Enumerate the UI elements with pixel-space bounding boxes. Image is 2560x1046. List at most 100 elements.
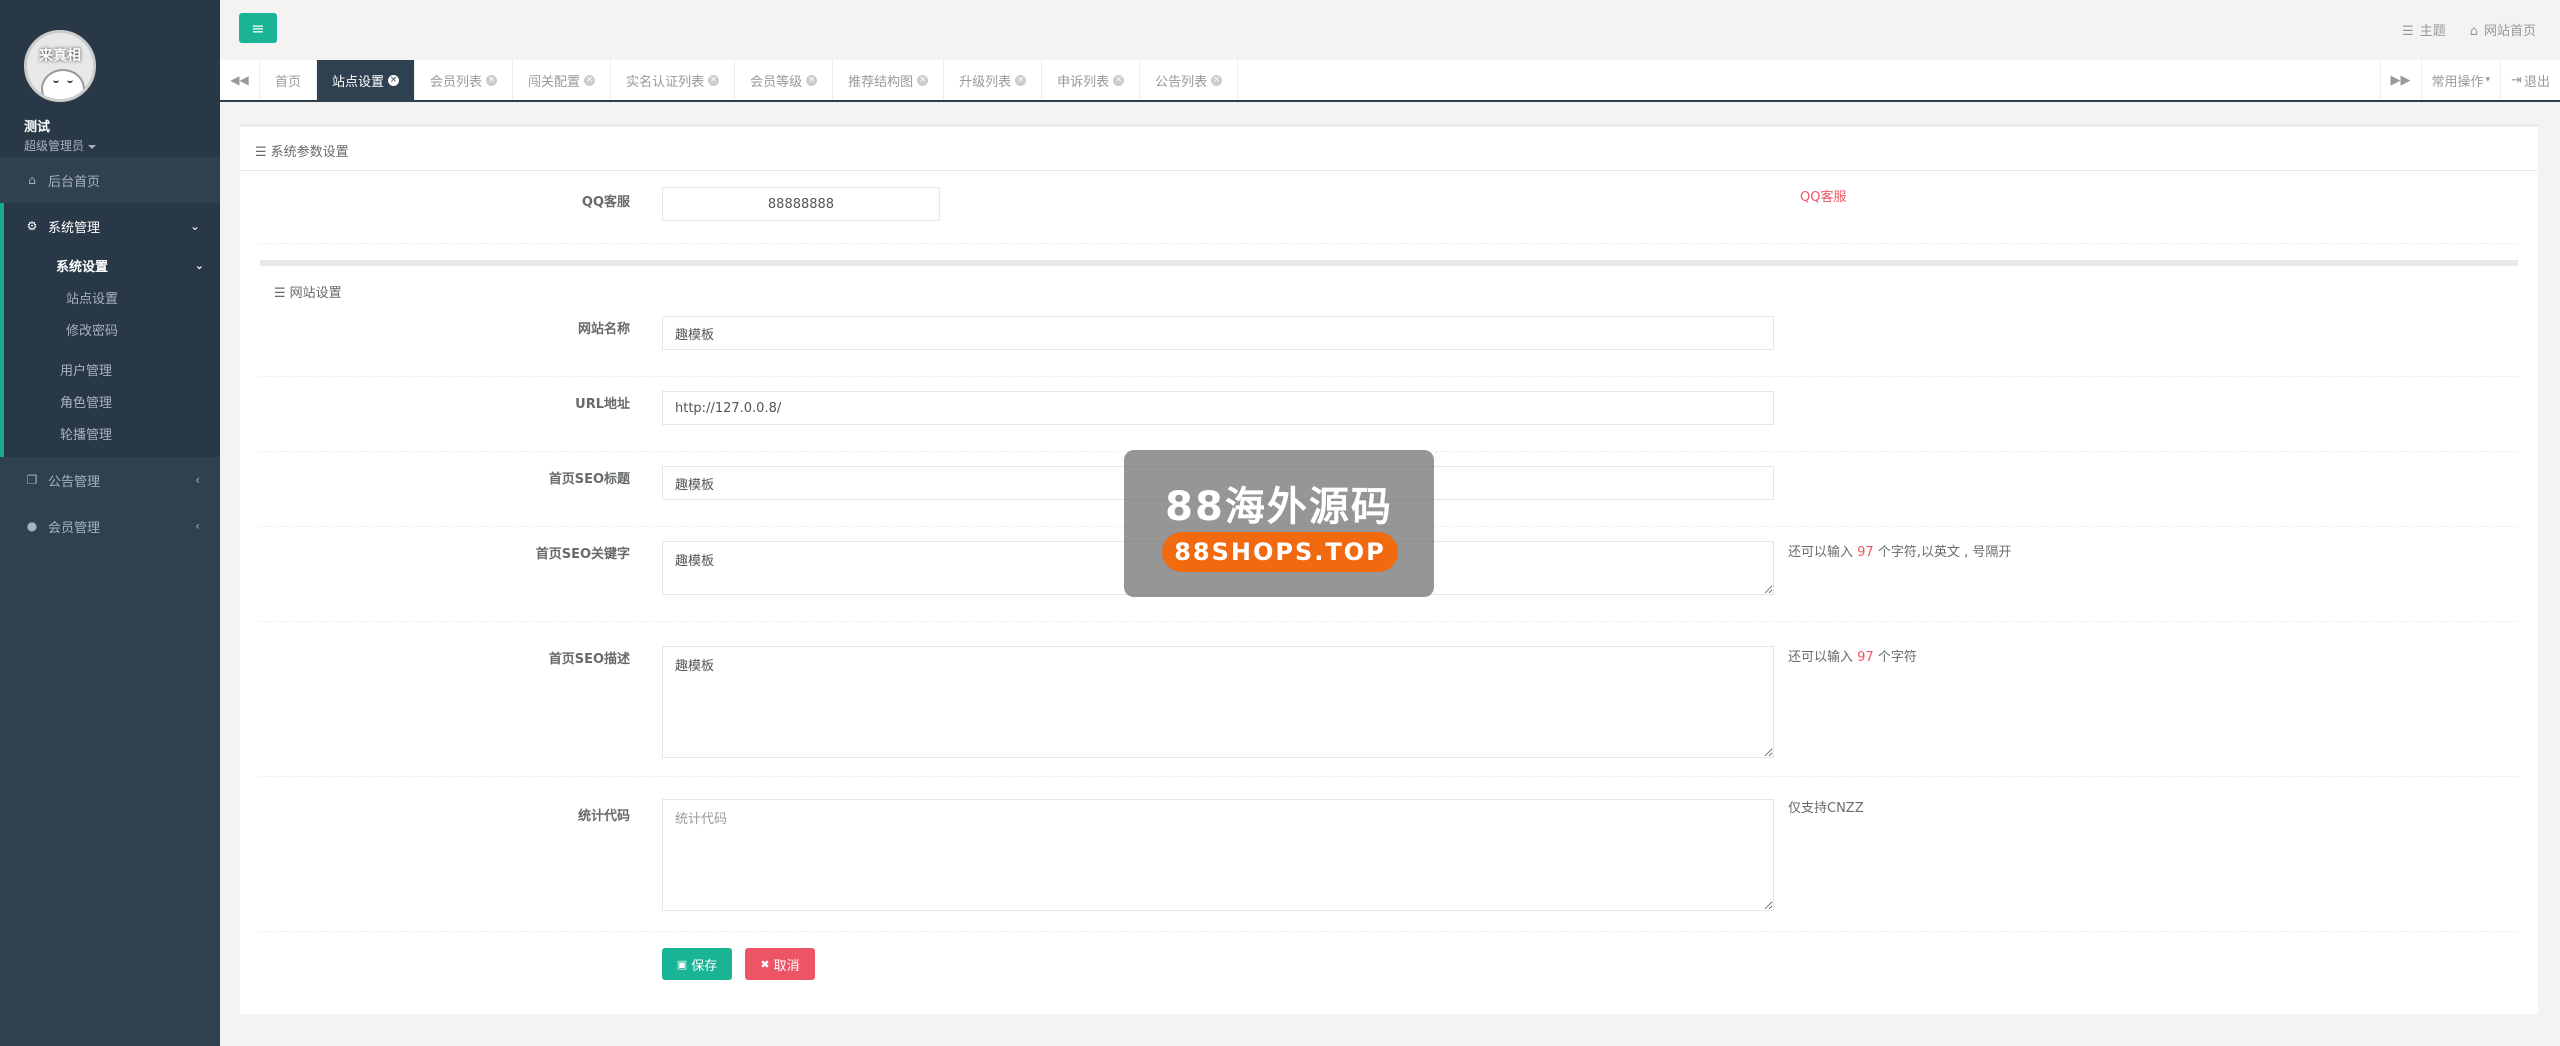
help-prefix: 还可以输入: [1788, 545, 1854, 560]
profile-role: 超级管理员: [24, 139, 85, 153]
form-row-stats-code: 统计代码 仅支持CNZZ: [260, 777, 2518, 932]
common-ops-dropdown[interactable]: 常用操作 ▾: [2420, 60, 2501, 100]
sidebar: 来真相 测试 超级管理员 ⌂ 后台首页 ⚙ 系统管理 ⌄ 系统设置 ⌄ 站点设置 …: [0, 0, 220, 1046]
chevron-down-icon: ⌄: [189, 219, 200, 233]
sidebar-item-role-mgmt[interactable]: 角色管理: [4, 385, 220, 417]
list-icon: ☰: [274, 286, 286, 301]
list-icon: ☰: [255, 145, 267, 160]
double-chevron-right-icon: ▶▶: [2390, 72, 2411, 88]
close-icon[interactable]: ×: [1113, 74, 1125, 86]
sidebar-link-announcements[interactable]: ❐ 公告管理 ‹: [0, 457, 220, 503]
tab-item[interactable]: 推荐结构图 ×: [833, 60, 945, 100]
close-icon[interactable]: ×: [1015, 74, 1027, 86]
watermark-url: 88SHOPS.TOP: [1162, 532, 1398, 572]
seo-description-label: 首页SEO描述: [548, 652, 630, 667]
tab-label: 申诉列表: [1057, 74, 1110, 90]
avatar-text: 来真相: [39, 48, 81, 64]
sidebar-item-site-settings[interactable]: 站点设置: [4, 281, 220, 313]
save-label: 保存: [691, 958, 718, 974]
floppy-icon: ▣: [676, 957, 688, 971]
gear-icon: ⚙: [26, 219, 38, 233]
close-icon[interactable]: ×: [806, 74, 818, 86]
remaining-count: 97: [1857, 545, 1874, 560]
stats-code-textarea[interactable]: [662, 799, 1774, 911]
site-name-label: 网站名称: [577, 322, 630, 337]
tabs-scroll-right-button[interactable]: ▶▶: [2379, 60, 2421, 100]
site-name-input[interactable]: [662, 316, 1774, 350]
profile-panel: 来真相 测试 超级管理员: [0, 0, 220, 157]
tab-item[interactable]: 升级列表 ×: [944, 60, 1043, 100]
save-button[interactable]: ▣ 保存: [662, 948, 732, 980]
url-label: URL地址: [575, 397, 630, 412]
tab-item[interactable]: 站点设置 ×: [317, 60, 416, 100]
common-ops-label: 常用操作: [2431, 74, 2484, 90]
sidebar-item-change-password[interactable]: 修改密码: [4, 313, 220, 345]
sidebar-item-system-settings[interactable]: 系统设置 ⌄: [4, 249, 220, 281]
close-icon[interactable]: ×: [708, 74, 720, 86]
seo-description-textarea[interactable]: 趣模板: [662, 646, 1774, 758]
tab-item[interactable]: 会员等级 ×: [735, 60, 834, 100]
sidebar-link-system[interactable]: ⚙ 系统管理 ⌄: [4, 203, 220, 249]
logout-icon: ⇥: [2511, 72, 2522, 88]
sidebar-item-announcements[interactable]: ❐ 公告管理 ‹: [0, 457, 220, 503]
qq-help: QQ客服: [1800, 190, 1847, 205]
system-submenu: 系统设置 ⌄ 站点设置 修改密码 用户管理 角色管理 轮播管理: [4, 249, 220, 457]
theme-label: 主题: [2419, 24, 2446, 39]
sidebar-link-dashboard[interactable]: ⌂ 后台首页: [0, 157, 220, 203]
tab-item[interactable]: 申诉列表 ×: [1042, 60, 1141, 100]
copy-icon: ❐: [26, 473, 38, 487]
tab-item[interactable]: 会员列表 ×: [415, 60, 514, 100]
sidebar-item-system[interactable]: ⚙ 系统管理 ⌄ 系统设置 ⌄ 站点设置 修改密码 用户管理 角色管理 轮播管理: [0, 203, 220, 457]
cancel-button[interactable]: ✖ 取消: [745, 948, 815, 980]
theme-link[interactable]: ☰ 主题: [2402, 20, 2446, 39]
chevron-left-icon: ‹: [195, 519, 200, 533]
tab-label: 会员列表: [430, 74, 483, 90]
tab-label: 实名认证列表: [626, 74, 705, 90]
remaining-count: 97: [1857, 650, 1874, 665]
help-prefix: 还可以输入: [1788, 650, 1854, 665]
chevron-left-icon: ‹: [195, 473, 200, 487]
site-section-header: ☰ 网站设置: [260, 266, 2518, 302]
close-icon[interactable]: ×: [486, 74, 498, 86]
site-home-link[interactable]: ⌂ 网站首页: [2470, 20, 2536, 39]
logout-label: 退出: [2523, 74, 2550, 90]
tabs-scroll-left-button[interactable]: ◀◀: [220, 60, 260, 100]
home-icon: ⌂: [2469, 24, 2478, 39]
panel-title: 系统参数设置: [270, 145, 349, 160]
tab-item[interactable]: 实名认证列表 ×: [611, 60, 736, 100]
sidebar-link-members[interactable]: ● 会员管理 ‹: [0, 503, 220, 549]
sidebar-item-dashboard[interactable]: ⌂ 后台首页: [0, 157, 220, 203]
sidebar-item-carousel-mgmt[interactable]: 轮播管理: [4, 417, 220, 449]
menu-toggle-button[interactable]: ≡: [239, 13, 277, 43]
tab-label: 闯关配置: [528, 74, 581, 90]
form-row-site-name: 网站名称: [260, 302, 2518, 377]
hamburger-icon: ≡: [251, 18, 265, 38]
sidebar-item-user-mgmt[interactable]: 用户管理: [4, 353, 220, 385]
logout-button[interactable]: ⇥ 退出: [2500, 60, 2560, 100]
url-input[interactable]: [662, 391, 1774, 425]
close-icon[interactable]: ×: [917, 74, 929, 86]
close-icon[interactable]: ×: [1211, 74, 1223, 86]
tab-bar-actions: ▶▶ 常用操作 ▾ ⇥ 退出: [2379, 60, 2560, 100]
sidebar-item-members[interactable]: ● 会员管理 ‹: [0, 503, 220, 549]
help-suffix: 个字符,以英文 , 号隔开: [1877, 545, 2012, 560]
qq-label: QQ客服: [581, 195, 630, 210]
avatar[interactable]: 来真相: [24, 30, 96, 102]
sidebar-item-label: 公告管理: [48, 474, 101, 490]
tab-list: 首页 站点设置 × 会员列表 × 闯关配置 × 实名认证列表 × 会员等级 × 推荐结构图 × 升级列表 ×…: [260, 60, 2380, 100]
stats-code-label: 统计代码: [577, 809, 630, 824]
tab-item[interactable]: 闯关配置 ×: [513, 60, 612, 100]
seo-keywords-help: 还可以输入 97 个字符,以英文 , 号隔开: [1788, 541, 2011, 560]
sidebar-item-label: 系统管理: [48, 220, 101, 236]
panel-header: ☰ 系统参数设置: [240, 127, 2538, 171]
site-home-label: 网站首页: [2483, 24, 2536, 39]
close-icon[interactable]: ×: [388, 74, 400, 86]
seo-description-help: 还可以输入 97 个字符: [1788, 646, 1917, 665]
tab-item[interactable]: 公告列表 ×: [1140, 60, 1239, 100]
tab-label: 升级列表: [959, 74, 1012, 90]
profile-role-dropdown[interactable]: 超级管理员: [24, 137, 220, 154]
tab-item[interactable]: 首页: [260, 60, 318, 100]
user-icon: ●: [26, 519, 38, 533]
qq-input[interactable]: [662, 187, 940, 221]
close-icon[interactable]: ×: [584, 74, 596, 86]
